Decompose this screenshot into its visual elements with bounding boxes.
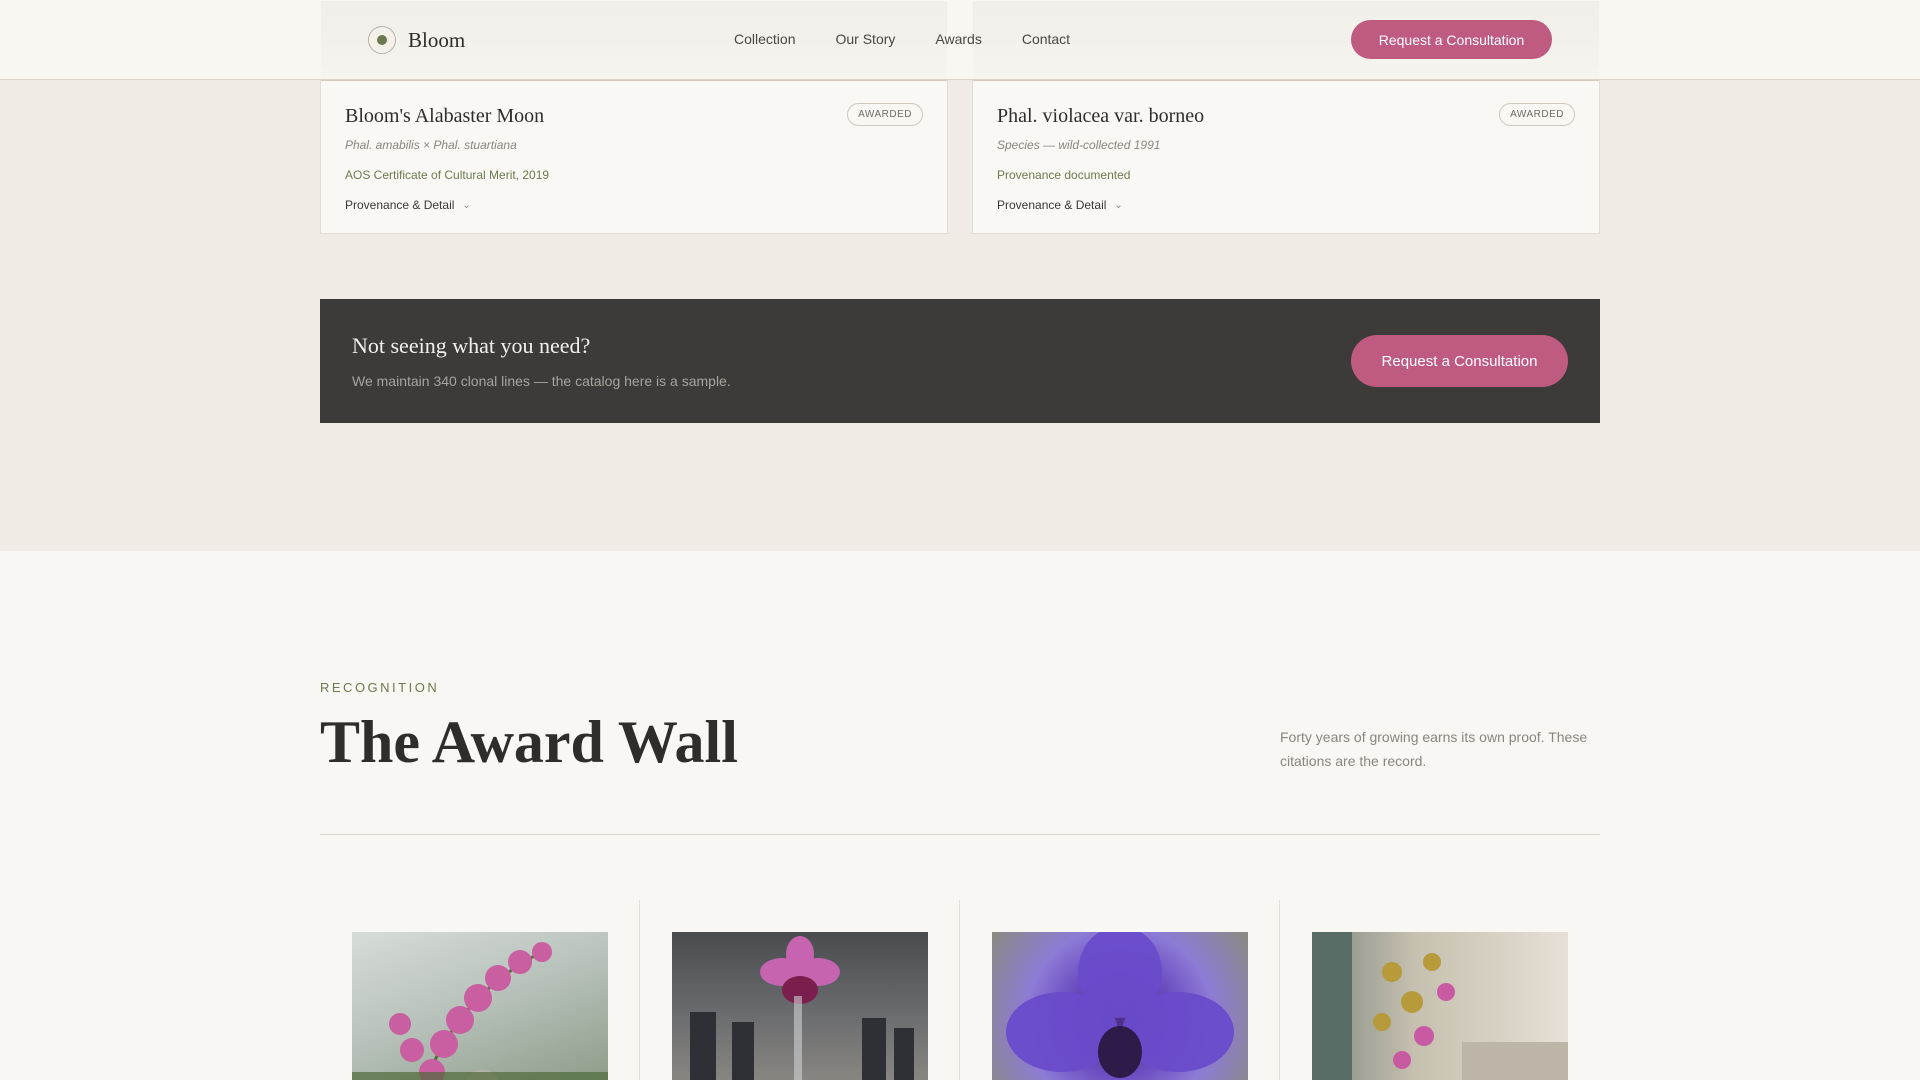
orchid-seed-icon [368, 26, 396, 54]
product-certificate: AOS Certificate of Cultural Merit, 2019 [345, 168, 550, 182]
award-photo-pink-phalaenopsis [352, 932, 608, 1080]
header-consultation-button[interactable]: Request a Consultation [1351, 20, 1552, 59]
banner-title: Not seeing what you need? [352, 333, 591, 358]
award-photo-display-arrangement [1312, 932, 1568, 1080]
chevron-down-icon: ⌄ [1114, 199, 1123, 211]
section-eyebrow: RECOGNITION [320, 680, 440, 695]
provenance-toggle[interactable]: Provenance & Detail ⌄ [997, 198, 1575, 212]
site-header: Bloom Collection Our Story Awards Contac… [0, 0, 1920, 80]
product-parentage: Species — wild-collected 1991 [997, 138, 1161, 152]
collection-section: AWARDED Bloom's Alabaster Moon Phal. ama… [0, 0, 1920, 551]
banner-consultation-button[interactable]: Request a Consultation [1351, 335, 1568, 387]
nav-awards[interactable]: Awards [935, 31, 981, 47]
divider [320, 834, 1600, 835]
product-name: Bloom's Alabaster Moon [345, 105, 545, 127]
main-nav: Collection Our Story Awards Contact [734, 31, 1070, 47]
section-title: The Award Wall [320, 709, 738, 775]
provenance-label: Provenance & Detail [997, 198, 1107, 212]
nav-our-story[interactable]: Our Story [835, 31, 895, 47]
product-name: Phal. violacea var. borneo [997, 105, 1205, 127]
award-gallery [320, 900, 1600, 1080]
product-provenance-note: Provenance documented [997, 168, 1131, 182]
provenance-label: Provenance & Detail [345, 198, 455, 212]
product-parentage: Phal. amabilis × Phal. stuartiana [345, 138, 517, 152]
nav-collection[interactable]: Collection [734, 31, 795, 47]
banner-text: We maintain 340 clonal lines — the catal… [352, 373, 731, 389]
brand-logo[interactable]: Bloom [368, 26, 465, 54]
award-tile[interactable] [960, 900, 1280, 1080]
nav-contact[interactable]: Contact [1022, 31, 1070, 47]
provenance-toggle[interactable]: Provenance & Detail ⌄ [345, 198, 923, 212]
award-photo-cattleya-show [672, 932, 928, 1080]
award-photo-violet-orchid [992, 932, 1248, 1080]
section-intro: Forty years of growing earns its own pro… [1280, 729, 1588, 769]
award-tile[interactable] [1280, 900, 1600, 1080]
award-tile[interactable] [320, 900, 640, 1080]
award-tile[interactable] [640, 900, 960, 1080]
consultation-banner: Not seeing what you need? We maintain 34… [320, 299, 1600, 423]
brand-name: Bloom [408, 27, 466, 52]
chevron-down-icon: ⌄ [462, 199, 471, 211]
